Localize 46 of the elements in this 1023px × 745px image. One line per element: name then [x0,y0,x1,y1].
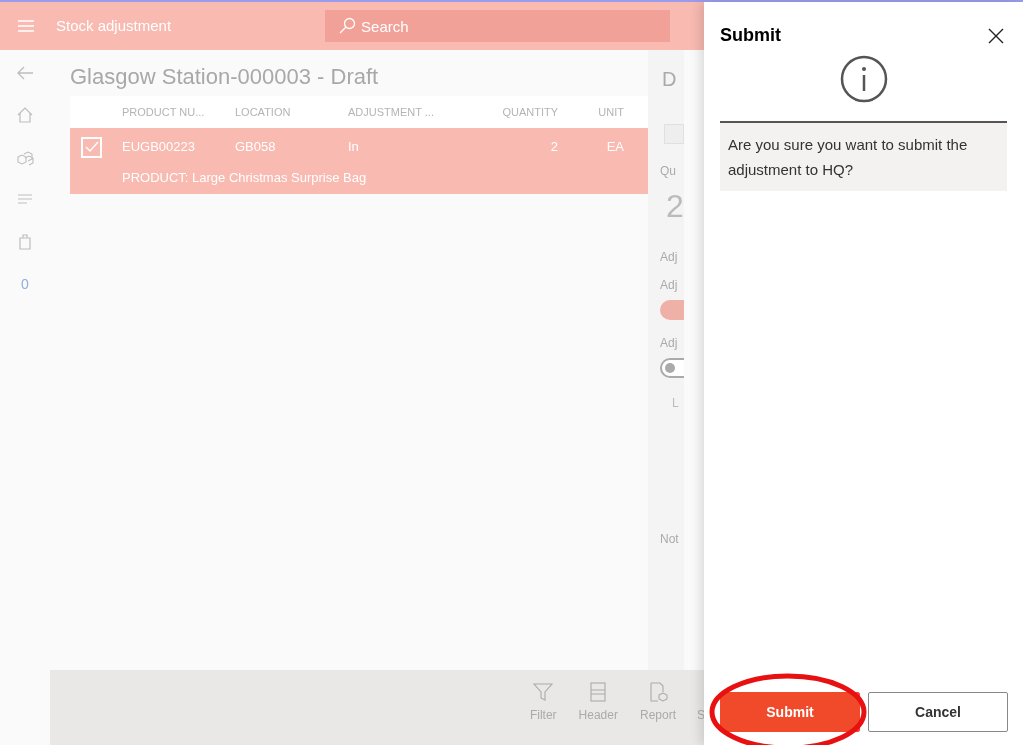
dialog-title: Submit [720,24,781,47]
field-label: Not [660,531,679,548]
column-header[interactable]: PRODUCT NU... [122,103,235,121]
back-icon[interactable] [16,64,34,82]
app-title: Stock adjustment [56,15,172,36]
toolbar-label[interactable]: Filter [529,706,557,724]
toolbar-label[interactable]: S [698,706,704,724]
field-label: Adj [660,335,678,352]
toggle-switch[interactable] [660,300,684,320]
field-label: L [672,395,679,412]
report-icon[interactable] [648,682,668,702]
search-icon [339,17,357,34]
table-row[interactable]: EUGB00223 GB058 In 2 EA PRODUCT: Large Christmas Surprise Bag [70,128,650,194]
filter-icon[interactable] [533,682,554,702]
header-icon[interactable] [588,682,609,702]
field-value: 2 [666,187,684,226]
checkbox[interactable] [664,124,684,144]
toolbar-label[interactable]: Report [639,706,676,724]
column-header[interactable]: LOCATION [235,103,348,121]
cancel-button[interactable]: Cancel [868,692,1008,732]
table-cell-text: 2 [549,138,558,157]
field-label: Adj [660,277,678,294]
table-cell-text: EA [605,138,624,157]
bag-icon[interactable] [16,232,34,250]
dialog-message: Are you sure you want to submit the adjustment to HQ? [720,121,1007,191]
panel-title: D [662,67,677,92]
menu-icon[interactable] [18,20,34,32]
column-header[interactable]: QUANTITY [468,103,558,121]
count-label[interactable]: 0 [21,274,29,292]
toolbar-label[interactable]: Header [578,706,618,724]
table-cell-text: GB058 [235,138,277,157]
close-icon[interactable] [988,27,1004,44]
field-label: Qu [660,163,676,180]
check-icon [84,140,99,154]
product-detail: PRODUCT: Large Christmas Surprise Bag [122,169,367,187]
table-cell-text: In [348,138,360,157]
info-icon [839,55,888,103]
field-label: Adj [660,249,678,266]
submit-button[interactable]: Submit [720,692,860,732]
column-header[interactable]: ADJUSTMENT ... [348,103,468,121]
page-title: Glasgow Station-000003 - Draft [70,63,380,91]
column-header[interactable]: UNIT [558,103,624,121]
search-field[interactable]: Search [325,10,671,42]
home-icon[interactable] [16,106,34,124]
table-cell-text: EUGB00223 [122,138,196,157]
toggle-switch[interactable] [660,358,684,378]
